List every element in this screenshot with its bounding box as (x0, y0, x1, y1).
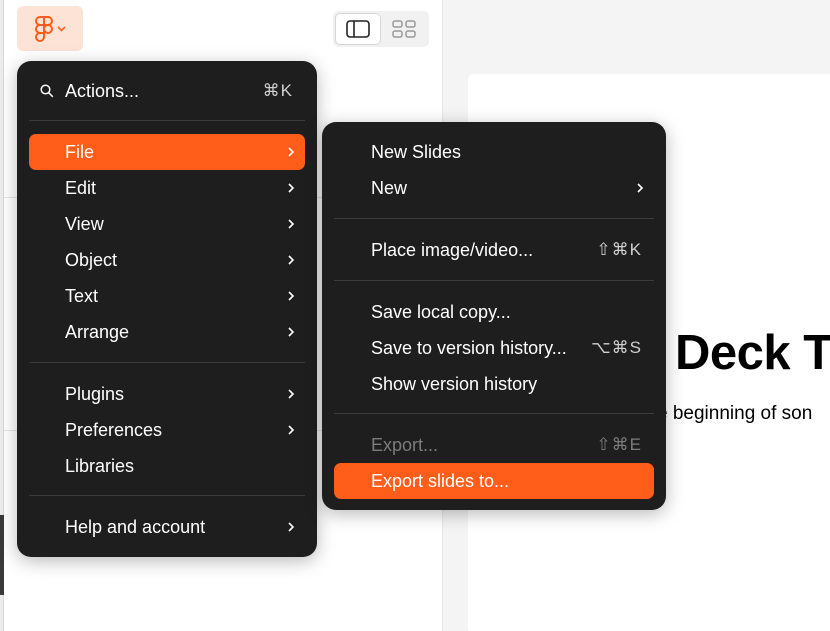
submenu-item-label: Place image/video... (371, 239, 534, 260)
submenu-item-label: New Slides (371, 141, 462, 162)
submenu-item-place-image[interactable]: Place image/video... ⇧⌘K (334, 232, 654, 268)
chevron-right-icon (288, 522, 295, 532)
menu-item-arrange[interactable]: Arrange (29, 314, 305, 350)
menu-item-help[interactable]: Help and account (29, 509, 305, 545)
menu-item-label: Text (65, 285, 99, 306)
sidebar-layout-icon (346, 20, 370, 38)
chevron-right-icon (288, 291, 295, 301)
menu-item-view[interactable]: View (29, 206, 305, 242)
grid-view-button[interactable] (381, 13, 427, 45)
menu-separator (334, 413, 654, 414)
submenu-item-label: Save to version history... (371, 337, 567, 358)
menu-separator (29, 362, 305, 363)
submenu-item-save-local-copy[interactable]: Save local copy... (334, 294, 654, 330)
menu-separator (334, 218, 654, 219)
chevron-right-icon (288, 255, 295, 265)
menu-item-edit[interactable]: Edit (29, 170, 305, 206)
menu-item-label: Plugins (65, 383, 125, 404)
menu-item-label: Help and account (65, 516, 206, 537)
submenu-item-show-version-history[interactable]: Show version history (334, 366, 654, 402)
figma-logo-icon (34, 15, 53, 42)
actions-search[interactable]: Actions... ⌘K (29, 73, 305, 109)
menu-item-label: File (65, 141, 95, 162)
file-submenu: New Slides New Place image/video... ⇧⌘K … (322, 122, 666, 510)
submenu-item-label: New (371, 177, 408, 198)
menu-item-preferences[interactable]: Preferences (29, 412, 305, 448)
shortcut-label: ⌥⌘S (591, 338, 642, 357)
main-menu-button[interactable] (17, 6, 83, 51)
menu-item-label: Arrange (65, 321, 130, 342)
chevron-right-icon (288, 183, 295, 193)
menu-item-text[interactable]: Text (29, 278, 305, 314)
menu-item-plugins[interactable]: Plugins (29, 376, 305, 412)
submenu-item-export: Export... ⇧⌘E (334, 427, 654, 463)
menu-item-libraries[interactable]: Libraries (29, 448, 305, 484)
submenu-item-export-slides[interactable]: Export slides to... (334, 463, 654, 499)
chevron-right-icon (288, 389, 295, 399)
menu-separator (334, 280, 654, 281)
menu-item-label: Object (65, 249, 118, 270)
actions-label: Actions... (65, 80, 140, 101)
submenu-item-label: Export... (371, 434, 439, 455)
menu-item-file[interactable]: File (29, 134, 305, 170)
chevron-right-icon (288, 219, 295, 229)
menu-separator (29, 495, 305, 496)
grid-layout-icon (392, 20, 416, 38)
submenu-item-label: Save local copy... (371, 301, 511, 322)
shortcut-label: ⇧⌘K (596, 240, 642, 259)
chevron-right-icon (288, 327, 295, 337)
chevron-down-icon (56, 25, 66, 32)
menu-item-label: Edit (65, 177, 97, 198)
search-icon (40, 84, 54, 98)
slide-subtitle: e beginning of son (657, 403, 813, 424)
actions-shortcut: ⌘K (262, 81, 293, 100)
chevron-right-icon (288, 147, 295, 157)
chevron-right-icon (637, 183, 644, 193)
menu-item-label: View (65, 213, 104, 234)
slide-title: Deck T (675, 326, 830, 380)
main-menu: Actions... ⌘K File Edit View Object Text… (17, 61, 317, 557)
menu-item-object[interactable]: Object (29, 242, 305, 278)
shortcut-label: ⇧⌘E (596, 435, 642, 454)
submenu-item-save-version-history[interactable]: Save to version history... ⌥⌘S (334, 330, 654, 366)
menu-item-label: Preferences (65, 419, 163, 440)
submenu-item-label: Show version history (371, 373, 538, 394)
chevron-right-icon (288, 425, 295, 435)
submenu-item-new-slides[interactable]: New Slides (334, 134, 654, 170)
view-toggle (333, 11, 429, 47)
submenu-item-new[interactable]: New (334, 170, 654, 206)
submenu-item-label: Export slides to... (371, 470, 510, 491)
menu-separator (29, 120, 305, 121)
sidebar-view-button[interactable] (335, 13, 381, 45)
left-edge-marker (0, 515, 4, 595)
menu-item-label: Libraries (65, 455, 135, 476)
